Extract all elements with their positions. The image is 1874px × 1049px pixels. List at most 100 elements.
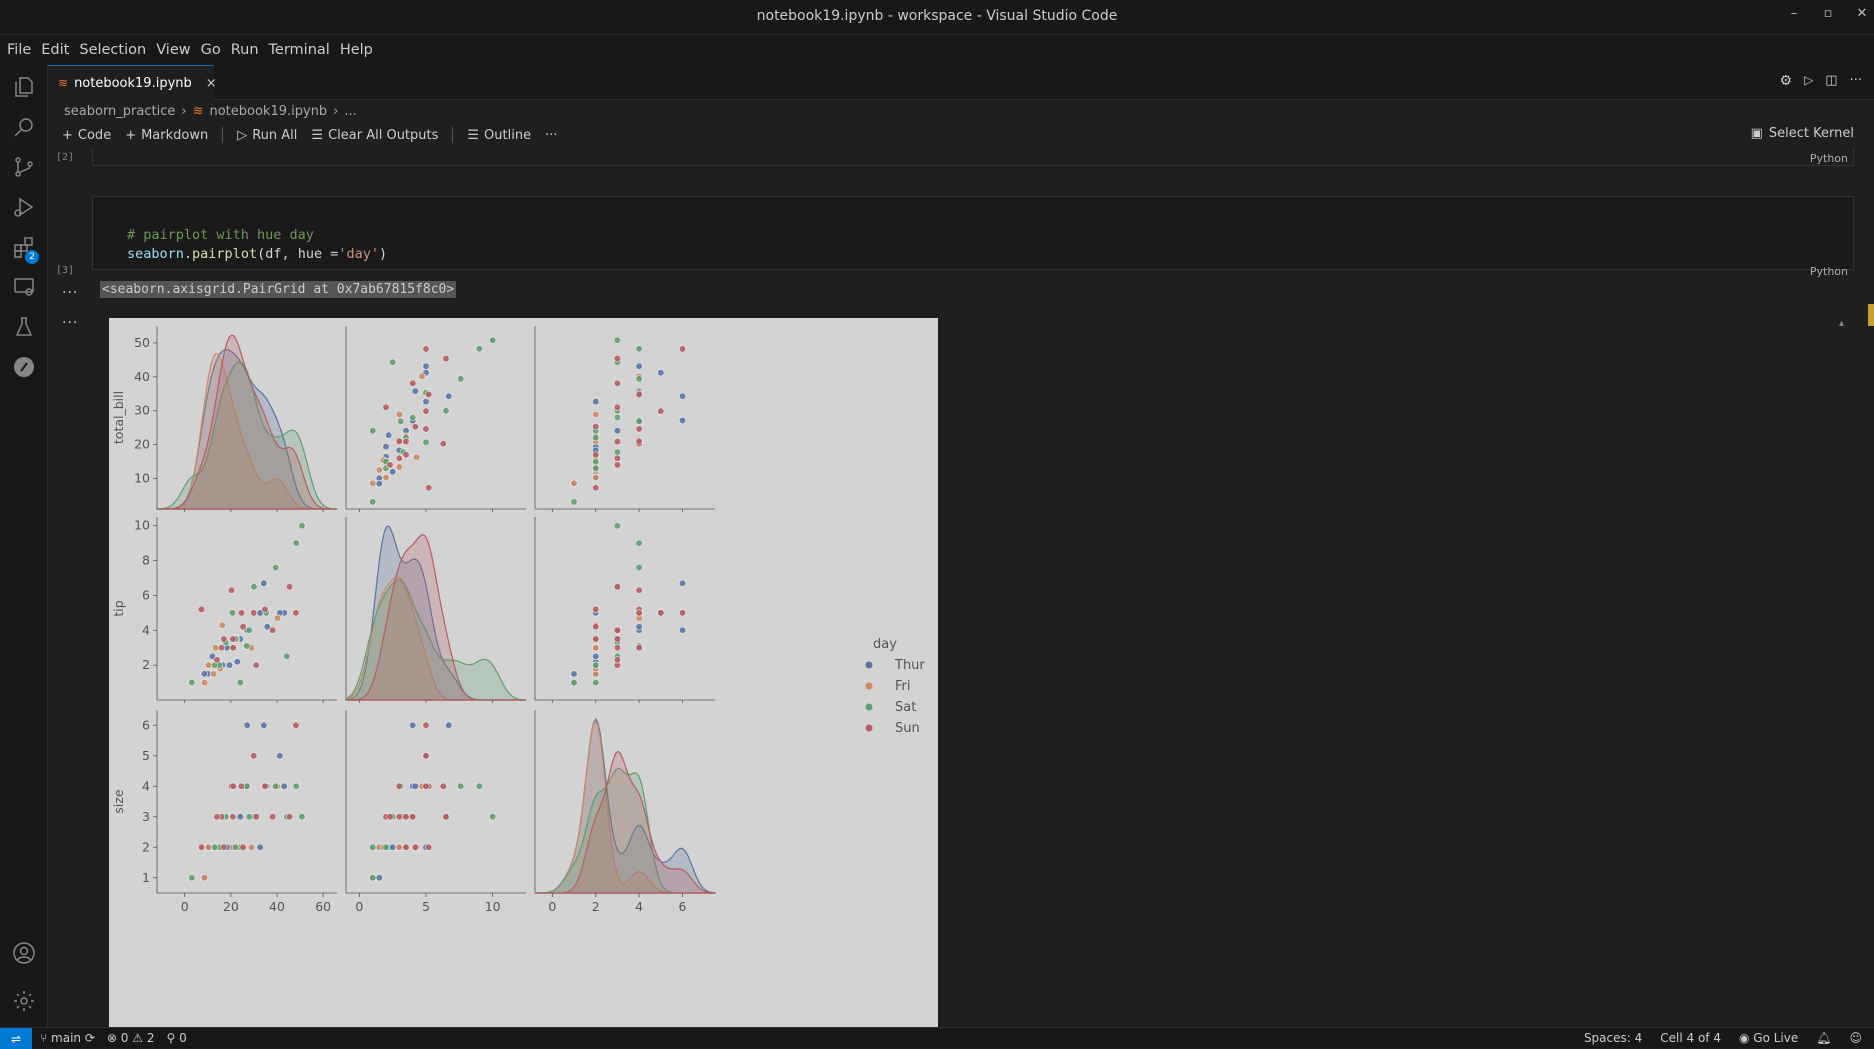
select-kernel-button[interactable]: ▣ Select Kernel [1751,126,1854,141]
scatter-point-fri [395,843,403,851]
y-tick-label: 30 [134,403,150,418]
scatter-point-thur [233,658,241,666]
clear-all-outputs-button[interactable]: ☰ Clear All Outputs [307,128,442,143]
outline-button[interactable]: ☰ Outline [463,128,535,143]
y-tick-label: 20 [134,437,150,452]
indentation-item[interactable]: Spaces: 4 [1584,1031,1642,1045]
scatter-point-sat [592,458,600,466]
tab-close-icon[interactable]: × [206,76,217,91]
scatter-point-sun [592,484,600,492]
remote-explorer-icon[interactable] [0,267,48,307]
run-all-label: Run All [252,127,298,143]
search-icon[interactable] [0,107,48,147]
gitlens-icon[interactable] [0,347,48,387]
scatter-point-sat [570,498,578,506]
scatter-point-sat [613,448,622,456]
menu-view[interactable]: View [151,42,195,58]
tab-notebook19[interactable]: ≋ notebook19.ipynb × [48,65,217,100]
scatter-point-sun [657,407,665,415]
activity-bar: 2 [0,65,48,1027]
scatter-point-sat [409,413,417,422]
scatter-point-sat [635,539,643,547]
previous-cell[interactable] [92,148,1854,166]
breadcrumb-more[interactable]: ... [344,104,356,119]
scatter-point-sat [243,642,251,650]
run-icon[interactable]: ▷ [1804,73,1813,89]
menu-selection[interactable]: Selection [74,42,151,58]
code-comment: # pairplot with hue day [127,227,314,243]
collapse-output-icon[interactable]: ▴ [1839,318,1844,329]
scatter-point-fri [209,670,218,678]
notifications-bell-icon[interactable]: 🔔︎ [1816,1031,1831,1045]
code-cell[interactable]: # pairplot with hue day seaborn.pairplot… [92,196,1854,270]
scatter-point-thur [445,392,453,400]
go-live-item[interactable]: ◉ Go Live [1739,1031,1798,1045]
split-editor-icon[interactable]: ◫ [1825,73,1837,89]
output-more-icon[interactable]: ··· [62,315,78,331]
scatter-point-sun [613,626,622,634]
scatter-point-sun [613,635,622,643]
breadcrumb: seaborn_practice › ≋ notebook19.ipynb › … [48,100,1874,122]
window-controls: – ▫ ✕ [1788,6,1868,21]
cell-language[interactable]: Python [1810,265,1848,278]
notebook-settings-icon[interactable]: ⚙ [1780,73,1793,89]
scatter-point-sun [411,422,419,431]
breadcrumb-folder[interactable]: seaborn_practice [64,104,175,119]
scatter-point-fri [570,479,578,487]
breadcrumb-file[interactable]: notebook19.ipynb [209,104,327,119]
scatter-point-sun [422,721,430,729]
scatter-point-thur [382,443,390,451]
extensions-icon[interactable]: 2 [0,227,48,267]
scatter-point-sun [292,721,300,729]
explorer-icon[interactable] [0,67,48,107]
code-editor[interactable]: # pairplot with hue day seaborn.pairplot… [127,207,387,264]
output-text: <seaborn.axisgrid.PairGrid at 0x7ab67815… [100,281,457,298]
branch-item[interactable]: ⑂ main ⟳ [40,1031,95,1045]
menu-file[interactable]: File [2,42,36,58]
source-control-icon[interactable] [0,147,48,187]
testing-icon[interactable] [0,307,48,347]
toolbar-more-button[interactable]: ··· [541,128,561,143]
add-markdown-label: Markdown [141,127,209,143]
close-window-icon[interactable]: ✕ [1856,6,1868,21]
scatter-point-sun [439,439,447,448]
scatter-point-sat [613,413,622,422]
output-more-icon[interactable]: ··· [62,285,78,301]
minimize-icon[interactable]: – [1788,6,1800,21]
menu-help[interactable]: Help [335,42,378,58]
cell-position-item[interactable]: Cell 4 of 4 [1660,1031,1721,1045]
x-tick-label: 0 [181,899,189,914]
ports-item[interactable]: ⚲ 0 [167,1031,187,1045]
scatter-point-thur [389,468,397,476]
scatter-point-sat [397,417,405,425]
legend-label-sun: Sun [895,721,920,736]
feedback-icon[interactable]: ☺ [1849,1031,1862,1045]
add-code-cell-button[interactable]: + Code [58,128,115,143]
add-markdown-cell-button[interactable]: + Markdown [121,128,212,143]
broadcast-icon: ◉ [1738,1031,1750,1045]
scatter-point-sun [422,782,430,790]
menu-terminal[interactable]: Terminal [264,42,335,58]
cell-language-prev[interactable]: Python [1810,152,1848,165]
menu-go[interactable]: Go [196,42,226,58]
menu-run[interactable]: Run [226,42,264,58]
run-all-button[interactable]: ▷ Run All [233,128,301,143]
accounts-icon[interactable] [0,933,48,973]
scatter-point-fri [382,473,390,482]
scatter-point-sun [635,425,643,433]
more-actions-icon[interactable]: ··· [1850,73,1862,89]
problems-item[interactable]: ⊗ 0 ⚠ 2 [107,1031,155,1045]
scatter-point-sun [395,813,403,821]
x-tick-label: 5 [422,899,430,914]
scatter-point-sun [422,407,430,415]
window-title: notebook19.ipynb - workspace - Visual St… [756,8,1118,24]
scatter-point-thur [613,427,622,435]
run-debug-icon[interactable] [0,187,48,227]
menu-edit[interactable]: Edit [36,42,74,58]
remote-indicator[interactable]: ⇌ [0,1028,32,1049]
restore-icon[interactable]: ▫ [1822,6,1834,21]
pairplot-svg: 1020304050total_bill246810tip123456size0… [111,326,925,914]
scatter-point-sat [272,563,280,572]
manage-gear-icon[interactable] [0,981,48,1021]
x-tick-label: 0 [548,899,556,914]
